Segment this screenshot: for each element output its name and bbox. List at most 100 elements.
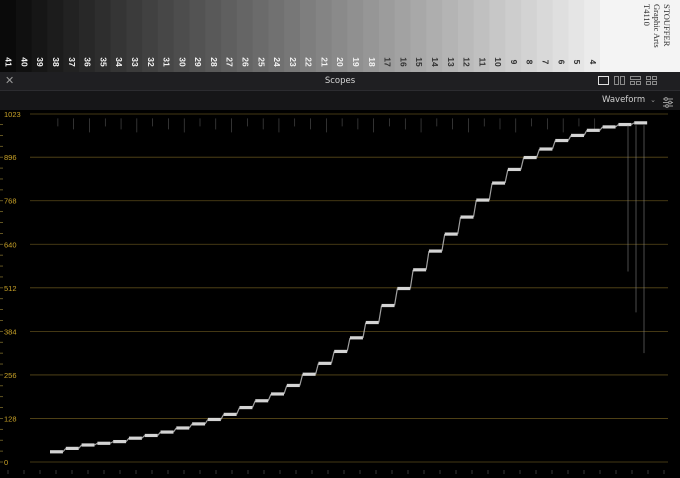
waveform-step xyxy=(271,392,284,396)
waveform-plot: 0 128 256 384 512 640 768 896 1023 xyxy=(0,110,668,474)
waveform-riser xyxy=(188,423,193,429)
waveform-riser xyxy=(251,400,256,408)
waveform-scope: 0 128 256 384 512 640 768 896 1023 xyxy=(0,110,680,474)
waveform-step xyxy=(428,249,442,253)
wedge-brand-text: T4110 xyxy=(642,4,652,26)
waveform-riser xyxy=(204,419,209,425)
scope-type-dropdown[interactable]: Waveform ⌄ xyxy=(602,94,656,107)
waveform-riser xyxy=(409,269,414,289)
waveform-step xyxy=(334,349,348,354)
step-wedge-image: 41 40 39 38 37 36 35 34 33 32 31 30 29 28 27 26 25 24 23 22… xyxy=(0,0,680,72)
y-tick-label: 896 xyxy=(4,153,17,162)
waveform-step xyxy=(318,361,332,365)
wedge-patch-number: 36 xyxy=(83,57,93,67)
waveform-step xyxy=(302,372,316,376)
waveform-step xyxy=(476,198,490,202)
waveform-step xyxy=(65,446,79,450)
waveform-riser xyxy=(172,427,177,433)
wedge-patch-number: 23 xyxy=(288,57,298,67)
wedge-patch-number: 33 xyxy=(130,57,140,67)
scope-type-label: Waveform xyxy=(601,95,646,105)
wedge-patch-number: 34 xyxy=(114,57,124,67)
wedge-patch-number: 11 xyxy=(477,58,487,67)
waveform-step xyxy=(586,128,600,132)
wedge-patch-number: 37 xyxy=(67,57,77,67)
triple-layout-icon[interactable] xyxy=(630,76,641,85)
wedge-patch-number: 18 xyxy=(367,57,377,67)
waveform-step xyxy=(634,121,648,125)
settings-sliders-icon[interactable] xyxy=(662,94,674,108)
waveform-riser xyxy=(125,437,130,442)
waveform-step xyxy=(128,436,142,440)
waveform-step xyxy=(413,268,427,272)
wedge-patch-number: 5 xyxy=(572,60,582,65)
y-tick-label: 0 xyxy=(4,458,8,467)
waveform-riser xyxy=(441,233,446,252)
waveform-step xyxy=(555,138,569,143)
waveform-riser xyxy=(631,122,635,126)
waveform-step xyxy=(381,303,395,308)
single-layout-icon[interactable] xyxy=(598,76,609,85)
wedge-patch-number: 30 xyxy=(177,57,187,67)
waveform-riser xyxy=(362,322,367,338)
waveform-riser xyxy=(536,148,541,158)
y-tick-label: 256 xyxy=(4,371,17,380)
waveform-riser xyxy=(615,124,619,128)
wedge-patch-number: 38 xyxy=(51,57,61,67)
waveform-riser xyxy=(583,130,588,136)
wedge-patch-number: 41 xyxy=(4,57,14,67)
scope-toolbar: Waveform ⌄ xyxy=(0,91,680,110)
wedge-patch-number: 12 xyxy=(462,57,472,67)
wedge-patch-number: 17 xyxy=(383,57,393,67)
waveform-step xyxy=(160,430,174,434)
waveform-step xyxy=(492,181,506,185)
wedge-patch-number: 35 xyxy=(98,57,108,67)
wedge-patch-number: 22 xyxy=(304,57,314,67)
waveform-step xyxy=(571,133,584,138)
wedge-patch-number: 16 xyxy=(398,57,408,67)
wedge-brand-text: Graphic Arts xyxy=(652,4,662,48)
waveform-step xyxy=(618,122,632,127)
waveform-step xyxy=(397,286,411,291)
wedge-patch-number: 13 xyxy=(446,57,456,67)
panel-title: Scopes xyxy=(324,76,356,86)
wedge-patch-number: 4 xyxy=(588,60,598,65)
waveform-riser xyxy=(425,251,430,270)
wedge-patch-number: 26 xyxy=(240,57,250,67)
waveform-riser xyxy=(567,135,572,141)
y-tick-label: 512 xyxy=(4,284,17,293)
quad-layout-icon[interactable] xyxy=(646,76,657,85)
waveform-riser xyxy=(94,442,98,446)
wedge-patch-number: 7 xyxy=(540,60,550,65)
wedge-patch-number: 10 xyxy=(493,57,503,67)
panel-titlebar: ✕ Scopes xyxy=(0,72,680,91)
y-tick-label: 640 xyxy=(4,240,17,249)
waveform-step xyxy=(286,383,300,388)
waveform-riser xyxy=(299,374,304,386)
waveform-riser xyxy=(378,305,383,323)
waveform-riser xyxy=(488,182,493,201)
waveform-riser xyxy=(520,157,525,170)
waveform-riser xyxy=(472,199,477,218)
step-wedge-chart-strip: 41 40 39 38 37 36 35 34 33 32 31 30 29 28 27 26 25 24 23 22… xyxy=(0,0,680,72)
y-tick-label: 768 xyxy=(4,197,17,206)
waveform-step xyxy=(350,336,363,340)
wedge-patch-number: 19 xyxy=(351,57,361,67)
wedge-patch-number: 29 xyxy=(193,57,203,67)
wedge-patch-number: 24 xyxy=(272,57,282,67)
waveform-riser xyxy=(157,431,161,436)
waveform-step xyxy=(507,167,521,172)
waveform-riser xyxy=(330,351,335,364)
waveform-riser xyxy=(457,216,462,235)
wedge-brand-text: STOUFFER xyxy=(662,4,672,47)
waveform-step xyxy=(239,405,253,410)
wedge-patch-number: 8 xyxy=(525,60,535,65)
waveform-step xyxy=(97,441,111,445)
waveform-riser xyxy=(78,444,83,449)
waveform-step xyxy=(255,399,269,403)
waveform-riser xyxy=(141,435,146,439)
wedge-patch-number: 32 xyxy=(146,57,156,67)
dual-layout-icon[interactable] xyxy=(614,76,625,85)
waveform-step xyxy=(81,443,95,447)
waveform-riser xyxy=(551,140,556,150)
